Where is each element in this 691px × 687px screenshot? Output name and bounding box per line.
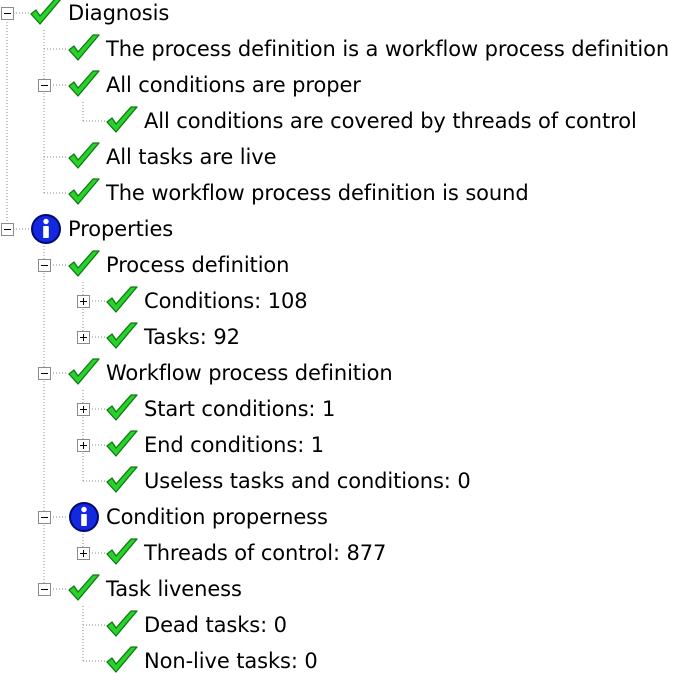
expand-toggle-conditions-count[interactable] <box>77 295 90 308</box>
tree-node-label: Workflow process definition <box>106 361 393 385</box>
check-icon <box>68 33 100 65</box>
check-icon <box>106 393 138 425</box>
collapse-toggle-workflow-process-definition[interactable] <box>38 367 51 380</box>
check-icon <box>68 357 100 389</box>
tree-node-conditions-proper[interactable]: All conditions are proper <box>68 67 361 103</box>
tree-node-label: Dead tasks: 0 <box>144 613 287 637</box>
check-icon <box>106 645 138 677</box>
tree-node-definition-sound[interactable]: The workflow process definition is sound <box>68 175 529 211</box>
tree-node-label: The process definition is a workflow pro… <box>106 37 670 61</box>
expand-toggle-threads-of-control[interactable] <box>77 547 90 560</box>
tree-node-conditions-count[interactable]: Conditions: 108 <box>106 283 308 319</box>
check-icon <box>68 249 100 281</box>
check-icon <box>30 0 62 29</box>
check-icon <box>68 141 100 173</box>
check-icon <box>106 285 138 317</box>
tree-node-label: Threads of control: 877 <box>144 541 387 565</box>
check-icon <box>68 177 100 209</box>
collapse-toggle-properties[interactable] <box>1 223 14 236</box>
check-icon <box>106 609 138 641</box>
tree-node-tasks-count[interactable]: Tasks: 92 <box>106 319 240 355</box>
check-icon <box>106 105 138 137</box>
tree-node-conditions-covered[interactable]: All conditions are covered by threads of… <box>106 103 637 139</box>
tree-node-label: Diagnosis <box>68 1 170 25</box>
tree-node-label: Tasks: 92 <box>144 325 240 349</box>
tree-node-end-conditions[interactable]: End conditions: 1 <box>106 427 324 463</box>
results-tree: Diagnosis The process definition is a wo… <box>0 0 691 687</box>
tree-node-diagnosis[interactable]: Diagnosis <box>30 0 169 31</box>
tree-node-label: Properties <box>68 217 174 241</box>
tree-node-start-conditions[interactable]: Start conditions: 1 <box>106 391 335 427</box>
tree-node-label: Useless tasks and conditions: 0 <box>144 469 471 493</box>
check-icon <box>106 321 138 353</box>
tree-node-label: All conditions are proper <box>106 73 361 97</box>
info-icon <box>30 213 62 245</box>
tree-node-label: All conditions are covered by threads of… <box>144 109 637 133</box>
tree-node-threads-of-control[interactable]: Threads of control: 877 <box>106 535 386 571</box>
check-icon <box>68 69 100 101</box>
collapse-toggle-conditions-proper[interactable] <box>38 79 51 92</box>
tree-node-label: End conditions: 1 <box>144 433 325 457</box>
check-icon <box>106 537 138 569</box>
tree-node-process-definition[interactable]: Process definition <box>68 247 289 283</box>
check-icon <box>106 465 138 497</box>
info-icon <box>68 501 100 533</box>
check-icon <box>68 573 100 605</box>
tree-node-label: Condition properness <box>106 505 328 529</box>
tree-node-useless-items[interactable]: Useless tasks and conditions: 0 <box>106 463 471 499</box>
expand-toggle-start-conditions[interactable] <box>77 403 90 416</box>
collapse-toggle-task-liveness[interactable] <box>38 583 51 596</box>
tree-node-label: Process definition <box>106 253 290 277</box>
tree-node-label: Task liveness <box>106 577 242 601</box>
collapse-toggle-condition-properness[interactable] <box>38 511 51 524</box>
tree-node-label: Conditions: 108 <box>144 289 308 313</box>
tree-node-task-liveness[interactable]: Task liveness <box>68 571 242 607</box>
check-icon <box>106 429 138 461</box>
tree-node-workflow-definition-check[interactable]: The process definition is a workflow pro… <box>68 31 669 67</box>
tree-node-label: Start conditions: 1 <box>144 397 336 421</box>
tree-node-label: Non-live tasks: 0 <box>144 649 318 673</box>
tree-node-tasks-live[interactable]: All tasks are live <box>68 139 276 175</box>
tree-node-dead-tasks[interactable]: Dead tasks: 0 <box>106 607 287 643</box>
tree-node-workflow-process-definition[interactable]: Workflow process definition <box>68 355 393 391</box>
tree-node-condition-properness[interactable]: Condition properness <box>68 499 328 535</box>
tree-node-label: The workflow process definition is sound <box>106 181 529 205</box>
expand-toggle-tasks-count[interactable] <box>77 331 90 344</box>
tree-node-label: All tasks are live <box>106 145 277 169</box>
collapse-toggle-process-definition[interactable] <box>38 259 51 272</box>
collapse-toggle-diagnosis[interactable] <box>1 7 14 20</box>
tree-node-properties[interactable]: Properties <box>30 211 173 247</box>
expand-toggle-end-conditions[interactable] <box>77 439 90 452</box>
tree-node-non-live-tasks[interactable]: Non-live tasks: 0 <box>106 643 318 679</box>
